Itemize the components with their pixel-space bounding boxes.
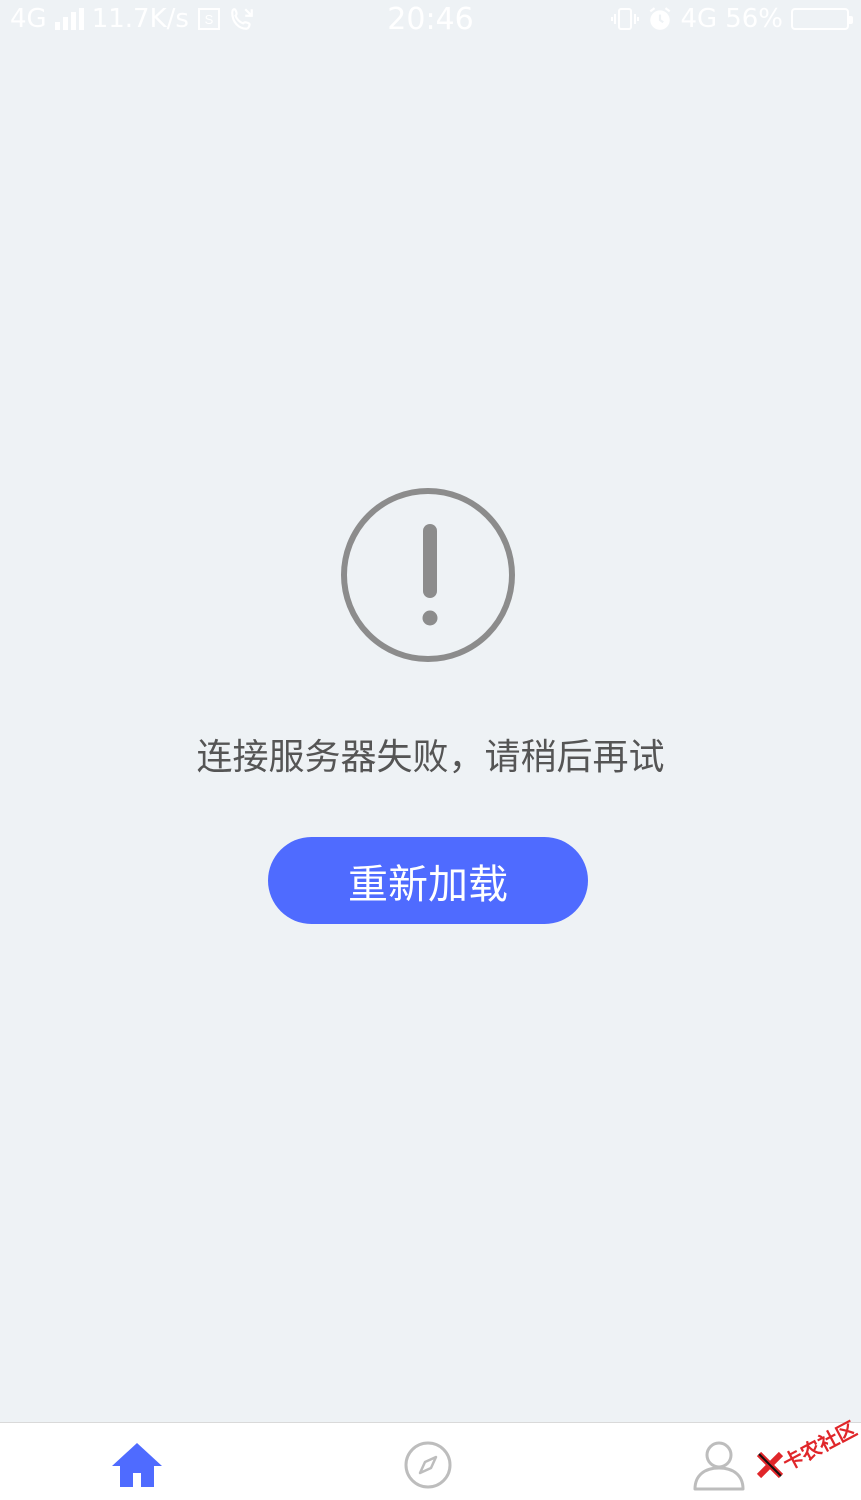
- alarm-icon: [649, 7, 670, 30]
- user-icon: [693, 1441, 745, 1491]
- nav-profile[interactable]: [689, 1435, 749, 1495]
- battery-percent: 56%: [725, 4, 783, 34]
- home-icon: [112, 1443, 162, 1487]
- bottom-nav: [0, 1422, 861, 1500]
- error-message: 连接服务器失败，请稍后再试: [196, 737, 665, 778]
- compass-icon: [404, 1441, 452, 1489]
- battery-icon: [791, 8, 853, 30]
- status-right: 4G 56%: [610, 4, 853, 34]
- watermark-text: 卡农社区: [778, 1416, 861, 1476]
- status-bar: 4G 11.7K/s S 20:46 4G 56%: [0, 0, 861, 40]
- watermark: 卡农社区: [755, 1408, 861, 1488]
- nav-home[interactable]: [107, 1435, 167, 1495]
- exclamation-circle-icon: [341, 488, 515, 662]
- nav-discover[interactable]: [398, 1435, 458, 1495]
- vibrate-icon: [610, 8, 639, 30]
- network-type-right: 4G: [680, 4, 718, 34]
- reload-button[interactable]: 重新加载: [268, 837, 588, 924]
